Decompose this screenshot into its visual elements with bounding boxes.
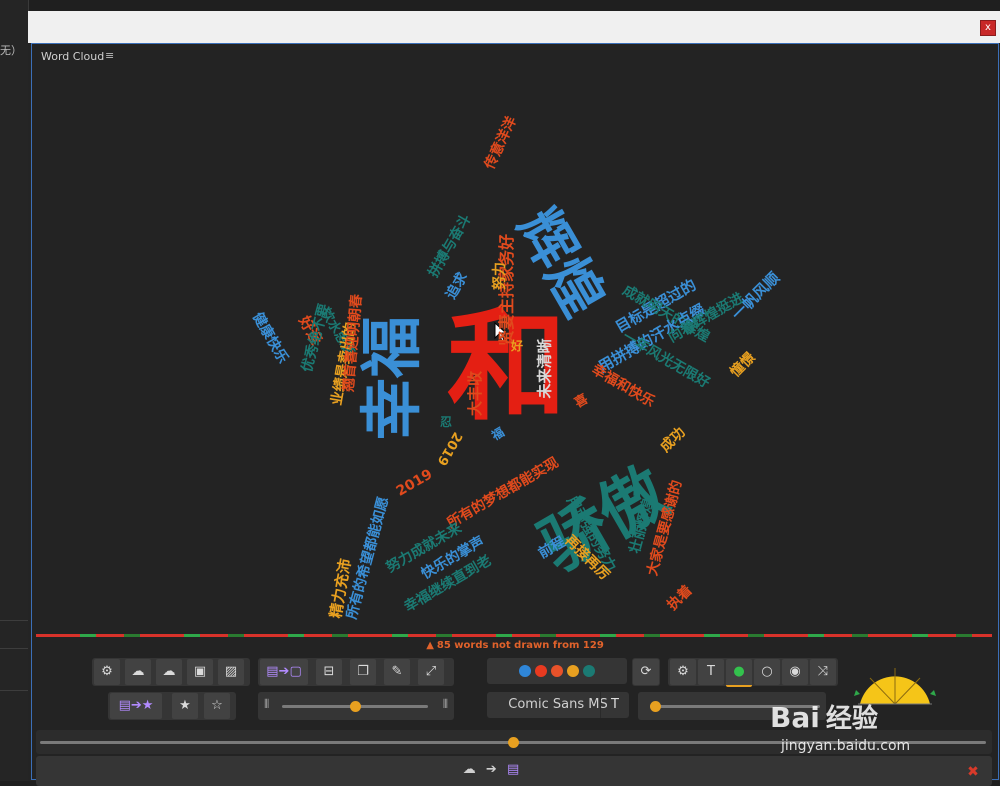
left-strip: 无） [0,0,29,781]
cloud-word: 好 [511,339,524,353]
text-icon[interactable]: T [698,659,724,685]
toolbar-group-edit: ▤➔▢ ⊟ ❐ ✎ ⤢ [258,658,454,686]
slider-min-icon: ⦀ [264,697,270,711]
slider-knob[interactable] [350,701,361,712]
toolbar-group-slider1: ⦀ ⦀ [258,692,454,720]
palette-color-dot [519,665,531,677]
slider-max-icon: ⦀ [442,697,448,711]
shape-active-icon[interactable]: ● [726,659,752,687]
panel-title: Word Cloud [41,50,105,63]
toolbar-group-refresh: ⟳ [632,658,660,686]
palette-color-dot [535,665,547,677]
font-size-icon[interactable]: T [600,692,629,718]
cloud-word: 未来清晰 [535,337,554,399]
star-outline-icon[interactable]: ☆ [204,693,230,719]
bottom-close-button[interactable]: ✖ [962,761,984,783]
cloud-word: 传意洋洋 [481,114,521,172]
left-strip-divider [0,690,28,691]
toolbar-group-shape: ⚙ T ● ○ ◉ ⤨ [668,658,838,687]
film-to-star-icon[interactable]: ▤➔★ [110,693,162,719]
cloud-word: 健康快乐 [249,309,291,367]
window-titlebar: x [28,11,1000,43]
copy-icon[interactable]: ❐ [350,659,376,685]
cloud-icon: ☁ [462,762,476,777]
word-cloud-window: x Word Cloud ≡ 和幸福 骄傲 辉煌 贤妻主持家务好 未来清晰 大丰收 努力 追求… [28,11,1000,786]
clear-icon[interactable]: ⊟ [316,659,342,685]
cloud-to-film-button[interactable]: ☁ ➔ ▤ [36,762,946,777]
shuffle-icon[interactable]: ⤨ [810,659,836,685]
palette-color-dot [567,665,579,677]
cloud-word: 2019 [433,428,465,468]
cloud-word: 所有的希望都能如愿 [343,495,393,621]
cloud-download-icon[interactable]: ☁ [156,659,182,685]
fit-icon[interactable]: ⤢ [418,659,444,685]
word-cloud-panel: Word Cloud ≡ 和幸福 骄傲 辉煌 贤妻主持家务好 未来清晰 大丰收 努力 追求 拼搏… [31,43,999,786]
warning-triangle-icon: ▲ [426,640,434,651]
edit-icon[interactable]: ✎ [384,659,410,685]
film-icon: ▤ [506,762,520,777]
cloud-word: 幸福和快乐 [588,361,658,411]
baidu-watermark-url: jingyan.baidu.com [781,738,911,754]
left-strip-text: 无） [0,44,22,57]
watermark-logo-cn: 经验 [825,704,878,734]
circle-icon[interactable]: ○ [754,659,780,685]
left-strip-divider [0,620,28,621]
cloud-word: 贤妻主持家务好 [497,233,517,347]
slider-knob[interactable] [650,701,662,712]
cloud-word: 幸福 [355,315,429,441]
watermark-logo-text: Bai [770,701,820,734]
baidu-watermark-logo: Bai 经验 [770,698,878,735]
palette-color-dot [583,665,595,677]
export-svg-icon[interactable]: ▣ [187,659,213,685]
panel-header: Word Cloud ≡ [32,44,998,68]
cloud-word: 成功 [657,424,689,456]
settings-icon[interactable]: ⚙ [670,659,696,685]
cloud-word: 忍 [440,415,453,429]
warning-text: 85 words not drawn from 129 [436,640,604,651]
left-strip-divider [0,648,28,649]
font-selector[interactable]: Comic Sans MS T [487,692,629,718]
panel-menu-icon[interactable]: ≡ [105,49,114,62]
cloud-word: 大丰收 [465,370,484,416]
gear-icon[interactable]: ⚙ [94,659,120,685]
words-progress-line [36,634,992,637]
refresh-icon[interactable]: ⟳ [633,659,659,685]
cloud-word: 2019 [393,466,435,500]
cloud-upload-icon[interactable]: ☁ [125,659,151,685]
toolbar-group-export: ⚙ ☁ ☁ ▣ ▨ [92,658,250,686]
cloud-word: 憧憬 [727,349,759,381]
arrow-right-icon: ➔ [485,762,497,777]
font-name: Comic Sans MS [508,697,608,712]
bottom-action-bar: ☁ ➔ ▤ ✖ [36,756,992,786]
slider-knob[interactable] [508,737,519,748]
word-cloud-canvas: 和幸福 骄傲 辉煌 贤妻主持家务好 未来清晰 大丰收 努力 追求 拼搏与奋斗 传意洋洋 目标是超过的… [32,68,998,628]
color-palette-selector[interactable] [487,658,627,684]
film-to-doc-icon[interactable]: ▤➔▢ [260,659,308,685]
export-image-icon[interactable]: ▨ [218,659,244,685]
cloud-word: 追求 [443,269,471,303]
cloud-word: 拼搏与奋斗 [425,211,475,281]
cloud-word: 执着 [664,582,696,614]
cloud-word: 喜 [571,391,591,411]
status-warning: ▲ 85 words not drawn from 129 [32,640,998,651]
palette-color-dot [551,665,563,677]
cloud-word: 努力 [492,262,508,290]
window-close-button[interactable]: x [980,20,996,36]
toolbar-group-star: ▤➔★ ★ ☆ [108,692,236,720]
star-filled-icon[interactable]: ★ [172,693,198,719]
target-icon[interactable]: ◉ [782,659,808,685]
